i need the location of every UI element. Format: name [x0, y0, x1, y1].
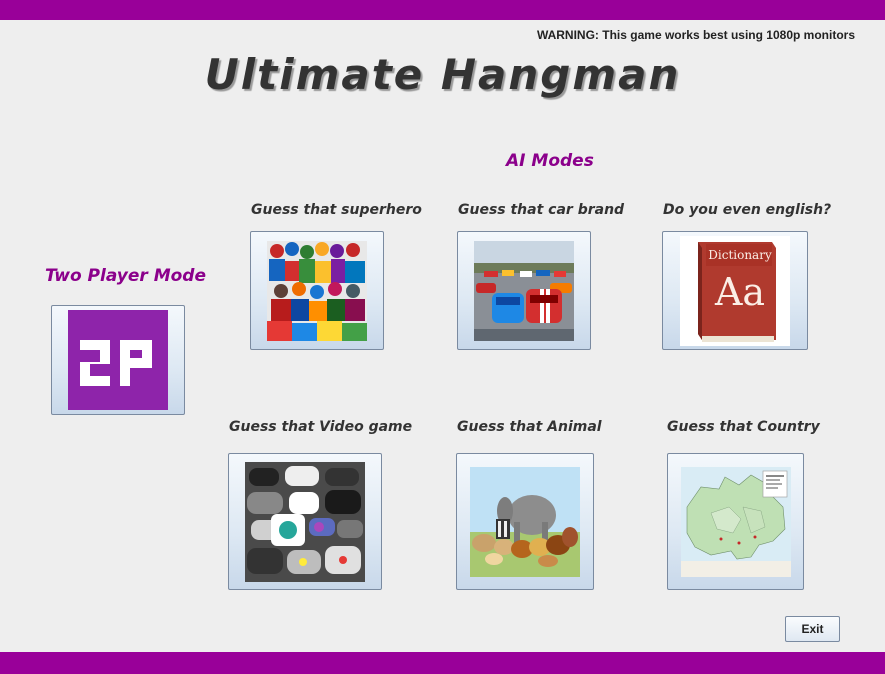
mode-label-country: Guess that Country	[667, 419, 820, 435]
mode-label-animal: Guess that Animal	[457, 419, 602, 435]
bottom-bar	[0, 652, 885, 674]
mode-label-superhero: Guess that superhero	[251, 202, 422, 218]
superhero-mode-button[interactable]	[250, 231, 384, 350]
two-player-button[interactable]	[51, 305, 185, 415]
dictionary-title: Dictionary	[708, 247, 772, 262]
ai-modes-label: AI Modes	[506, 151, 594, 171]
car-brand-mode-button[interactable]	[457, 231, 591, 350]
english-mode-button[interactable]: Dictionary Aa	[662, 231, 808, 350]
canada-map-image	[680, 466, 791, 577]
two-player-label: Two Player Mode	[45, 266, 207, 286]
cars-image	[474, 240, 574, 341]
animals-image	[470, 466, 580, 577]
animal-mode-button[interactable]	[456, 453, 594, 590]
warning-text: WARNING: This game works best using 1080…	[536, 28, 855, 42]
mode-label-car-brand: Guess that car brand	[458, 202, 625, 218]
game-controllers-image	[245, 461, 365, 582]
dictionary-text: Aa	[714, 269, 766, 314]
top-bar	[0, 0, 885, 20]
two-player-icon	[68, 310, 168, 410]
superheroes-image	[267, 240, 367, 341]
mode-label-english: Do you even english?	[663, 202, 832, 218]
country-mode-button[interactable]	[667, 453, 804, 590]
game-title: Ultimate Hangman	[204, 50, 681, 99]
dictionary-image: Dictionary Aa	[680, 235, 790, 346]
mode-label-video-game: Guess that Video game	[229, 419, 413, 435]
video-game-mode-button[interactable]	[228, 453, 382, 590]
exit-button[interactable]: Exit	[785, 616, 840, 642]
